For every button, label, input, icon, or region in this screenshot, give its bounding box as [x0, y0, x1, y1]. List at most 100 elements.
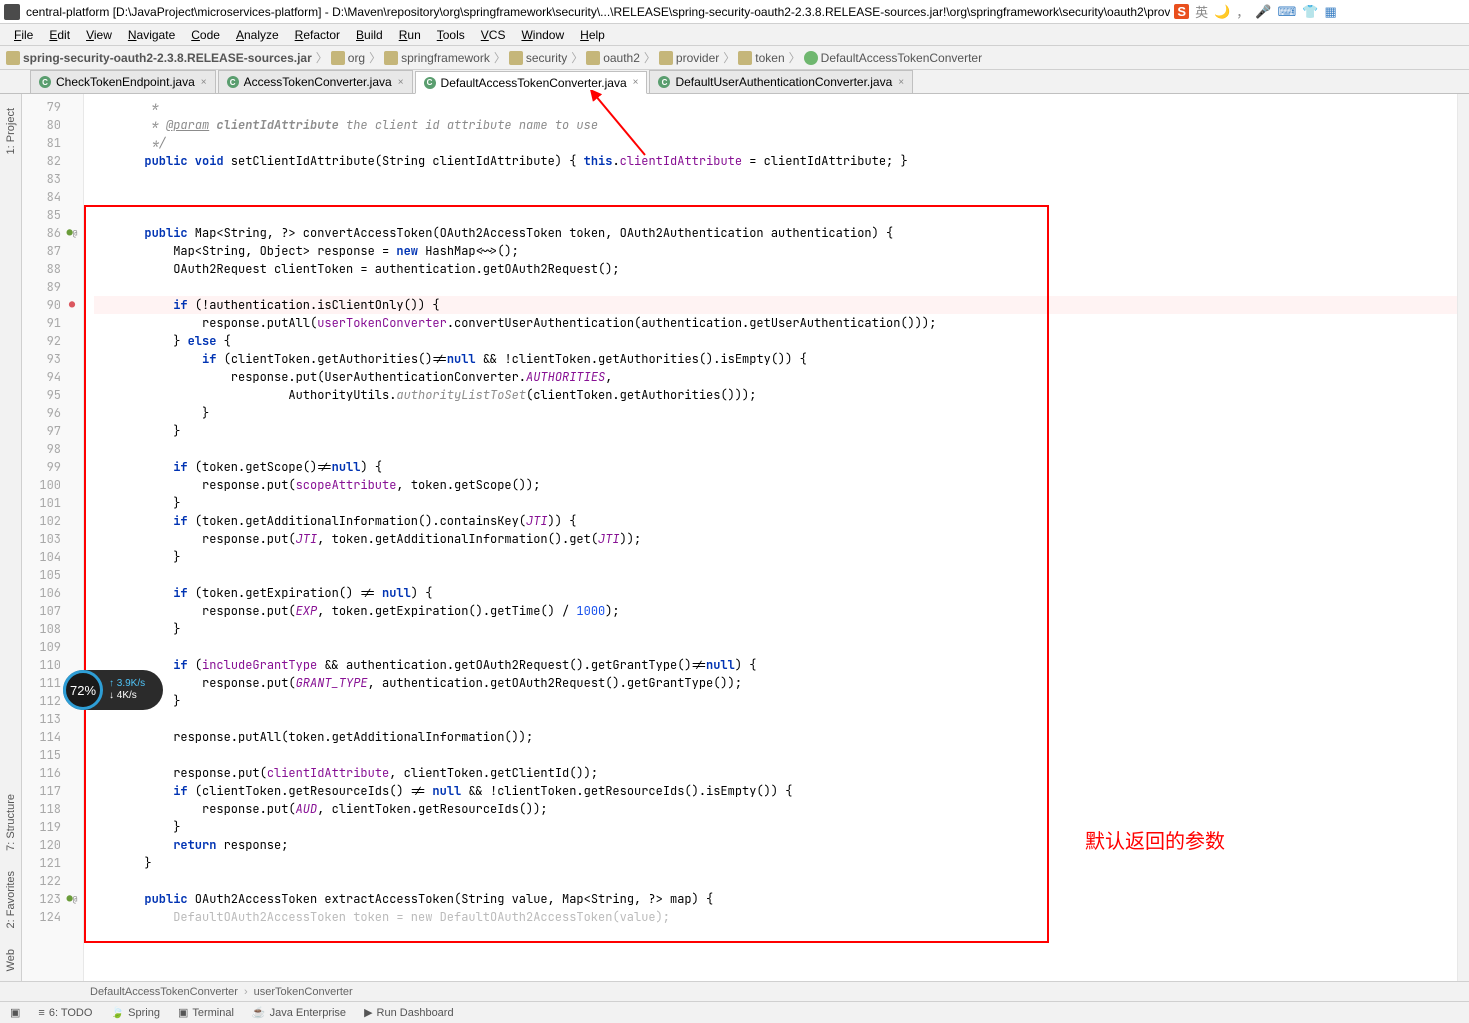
menu-tools[interactable]: Tools — [429, 26, 473, 44]
menu-build[interactable]: Build — [348, 26, 391, 44]
toolwindow-toggle-icon[interactable]: ▣ — [10, 1006, 20, 1019]
breakpoint-icon[interactable]: ● — [63, 296, 81, 314]
close-icon[interactable]: × — [201, 77, 207, 88]
nav-provider[interactable]: provider — [659, 51, 719, 65]
menu-help[interactable]: Help — [572, 26, 613, 44]
code-line-94[interactable]: response.put(UserAuthenticationConverter… — [94, 368, 1457, 386]
mic-icon[interactable]: 🎤 — [1255, 4, 1271, 20]
menu-view[interactable]: View — [78, 26, 120, 44]
code-line-113[interactable] — [94, 710, 1457, 728]
nav-security[interactable]: security — [509, 51, 567, 65]
code-line-124[interactable]: DefaultOAuth2AccessToken token = new Def… — [94, 908, 1457, 926]
status-terminal[interactable]: ▣Terminal — [178, 1006, 234, 1019]
input-method-icon[interactable]: S — [1174, 4, 1189, 19]
code-line-118[interactable]: response.put(AUD, clientToken.getResourc… — [94, 800, 1457, 818]
comma-icon[interactable]: ， — [1236, 2, 1249, 21]
code-line-90[interactable]: if (!authentication.isClientOnly()) { — [94, 296, 1457, 314]
menu-vcs[interactable]: VCS — [473, 26, 514, 44]
code-line-79[interactable]: * — [94, 98, 1457, 116]
menu-refactor[interactable]: Refactor — [287, 26, 348, 44]
code-line-123[interactable]: public OAuth2AccessToken extractAccessTo… — [94, 890, 1457, 908]
favorites-toolwindow-button[interactable]: 2: Favorites — [5, 871, 17, 928]
code-line-84[interactable] — [94, 188, 1457, 206]
code-line-100[interactable]: response.put(scopeAttribute, token.getSc… — [94, 476, 1457, 494]
status-todo[interactable]: ≡6: TODO — [38, 1007, 92, 1019]
network-speed-widget[interactable]: 72% ↑ 3.9K/s ↓ 4K/s — [63, 670, 163, 710]
code-line-111[interactable]: response.put(GRANT_TYPE, authentication.… — [94, 674, 1457, 692]
code-line-110[interactable]: if (includeGrantType && authentication.g… — [94, 656, 1457, 674]
status-rundashboard[interactable]: ▶Run Dashboard — [364, 1006, 454, 1019]
code-line-96[interactable]: } — [94, 404, 1457, 422]
code-line-114[interactable]: response.putAll(token.getAdditionalInfor… — [94, 728, 1457, 746]
code-line-107[interactable]: response.put(EXP, token.getExpiration().… — [94, 602, 1457, 620]
nav-org[interactable]: org — [331, 51, 365, 65]
tab-accesstokenconverter[interactable]: CAccessTokenConverter.java× — [218, 70, 413, 93]
menu-edit[interactable]: Edit — [41, 26, 78, 44]
code-line-87[interactable]: Map<String, Object> response = new HashM… — [94, 242, 1457, 260]
structure-toolwindow-button[interactable]: 7: Structure — [5, 794, 17, 851]
code-line-80[interactable]: * @param clientIdAttribute the client id… — [94, 116, 1457, 134]
menu-run[interactable]: Run — [391, 26, 429, 44]
code-line-86[interactable]: public Map<String, ?> convertAccessToken… — [94, 224, 1457, 242]
code-line-101[interactable]: } — [94, 494, 1457, 512]
project-toolwindow-button[interactable]: 1: Project — [5, 108, 17, 154]
code-line-81[interactable]: */ — [94, 134, 1457, 152]
nav-oauth2[interactable]: oauth2 — [586, 51, 640, 65]
code-line-106[interactable]: if (token.getExpiration() != null) { — [94, 584, 1457, 602]
nav-root[interactable]: spring-security-oauth2-2.3.8.RELEASE-sou… — [6, 51, 312, 65]
breadcrumb-member[interactable]: userTokenConverter — [254, 986, 353, 998]
code-line-120[interactable]: return response; — [94, 836, 1457, 854]
nav-springframework[interactable]: springframework — [384, 51, 490, 65]
code-line-109[interactable] — [94, 638, 1457, 656]
code-line-93[interactable]: if (clientToken.getAuthorities()!=null &… — [94, 350, 1457, 368]
code-editor[interactable]: * * @param clientIdAttribute the client … — [84, 94, 1457, 981]
person-icon[interactable]: 👕 — [1302, 4, 1318, 20]
nav-token[interactable]: token — [738, 51, 784, 65]
menu-file[interactable]: File — [6, 26, 41, 44]
code-line-89[interactable] — [94, 278, 1457, 296]
code-line-104[interactable]: } — [94, 548, 1457, 566]
code-line-117[interactable]: if (clientToken.getResourceIds() != null… — [94, 782, 1457, 800]
status-spring[interactable]: 🍃Spring — [110, 1006, 160, 1019]
tab-defaultuserauthenticationconverter[interactable]: CDefaultUserAuthenticationConverter.java… — [649, 70, 913, 93]
close-icon[interactable]: × — [898, 77, 904, 88]
tab-defaultaccesstokenconverter[interactable]: CDefaultAccessTokenConverter.java× — [415, 71, 648, 94]
code-line-98[interactable] — [94, 440, 1457, 458]
menu-window[interactable]: Window — [513, 26, 572, 44]
lang-icon[interactable]: 英 — [1195, 2, 1208, 21]
override-icon[interactable]: ●@ — [63, 890, 81, 908]
breadcrumb-class[interactable]: DefaultAccessTokenConverter — [90, 986, 238, 998]
code-line-112[interactable]: } — [94, 692, 1457, 710]
grid-icon[interactable]: ▦ — [1324, 4, 1336, 20]
code-line-102[interactable]: if (token.getAdditionalInformation().con… — [94, 512, 1457, 530]
code-line-83[interactable] — [94, 170, 1457, 188]
close-icon[interactable]: × — [633, 77, 639, 88]
code-line-105[interactable] — [94, 566, 1457, 584]
code-line-99[interactable]: if (token.getScope()!=null) { — [94, 458, 1457, 476]
code-line-108[interactable]: } — [94, 620, 1457, 638]
close-icon[interactable]: × — [398, 77, 404, 88]
code-line-95[interactable]: AuthorityUtils.authorityListToSet(client… — [94, 386, 1457, 404]
code-line-115[interactable] — [94, 746, 1457, 764]
status-javaenterprise[interactable]: ☕Java Enterprise — [252, 1006, 346, 1019]
keyboard-icon[interactable]: ⌨ — [1278, 4, 1297, 20]
code-line-92[interactable]: } else { — [94, 332, 1457, 350]
code-line-88[interactable]: OAuth2Request clientToken = authenticati… — [94, 260, 1457, 278]
menu-code[interactable]: Code — [183, 26, 228, 44]
override-icon[interactable]: ●@ — [63, 224, 81, 242]
code-line-82[interactable]: public void setClientIdAttribute(String … — [94, 152, 1457, 170]
code-line-103[interactable]: response.put(JTI, token.getAdditionalInf… — [94, 530, 1457, 548]
code-line-121[interactable]: } — [94, 854, 1457, 872]
code-line-85[interactable] — [94, 206, 1457, 224]
nav-file[interactable]: DefaultAccessTokenConverter — [804, 51, 982, 65]
code-line-91[interactable]: response.putAll(userTokenConverter.conve… — [94, 314, 1457, 332]
code-line-122[interactable] — [94, 872, 1457, 890]
tab-checktokenendpoint[interactable]: CCheckTokenEndpoint.java× — [30, 70, 216, 93]
menu-navigate[interactable]: Navigate — [120, 26, 183, 44]
code-line-97[interactable]: } — [94, 422, 1457, 440]
code-line-119[interactable]: } — [94, 818, 1457, 836]
moon-icon[interactable]: 🌙 — [1214, 4, 1230, 20]
code-line-116[interactable]: response.put(clientIdAttribute, clientTo… — [94, 764, 1457, 782]
menu-analyze[interactable]: Analyze — [228, 26, 287, 44]
web-toolwindow-button[interactable]: Web — [5, 949, 17, 971]
